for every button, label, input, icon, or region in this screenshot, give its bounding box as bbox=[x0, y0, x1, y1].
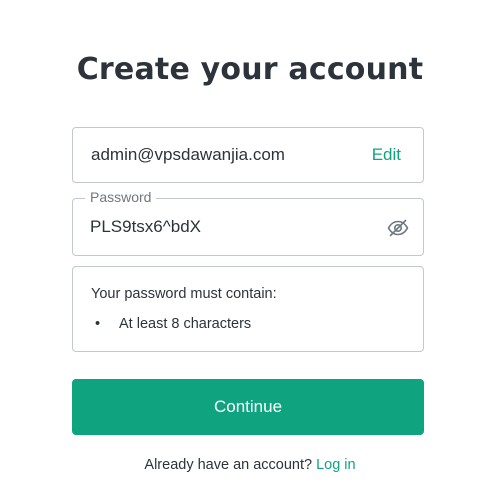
eye-slash-icon[interactable] bbox=[387, 218, 409, 238]
requirement-bullet: • bbox=[95, 316, 101, 332]
email-value: admin@vpsdawanjia.com bbox=[91, 145, 285, 164]
page-title: Create your account bbox=[76, 52, 424, 87]
edit-email-link[interactable]: Edit bbox=[372, 145, 401, 165]
signup-page: Create your account admin@vpsdawanjia.co… bbox=[0, 0, 500, 498]
password-label: Password bbox=[85, 189, 157, 205]
password-requirements: Your password must contain: • At least 8 … bbox=[72, 266, 424, 352]
requirements-heading: Your password must contain: bbox=[91, 286, 277, 302]
email-field: admin@vpsdawanjia.com Edit bbox=[72, 127, 424, 183]
password-input[interactable] bbox=[90, 217, 370, 237]
requirement-text: At least 8 characters bbox=[119, 316, 252, 332]
password-field: Password bbox=[72, 189, 424, 256]
continue-button[interactable]: Continue bbox=[72, 379, 424, 435]
login-prompt: Already have an account? Log in bbox=[0, 457, 500, 473]
login-prompt-text: Already have an account? bbox=[144, 457, 313, 473]
requirement-item: • At least 8 characters bbox=[95, 316, 251, 332]
login-link[interactable]: Log in bbox=[316, 457, 356, 473]
